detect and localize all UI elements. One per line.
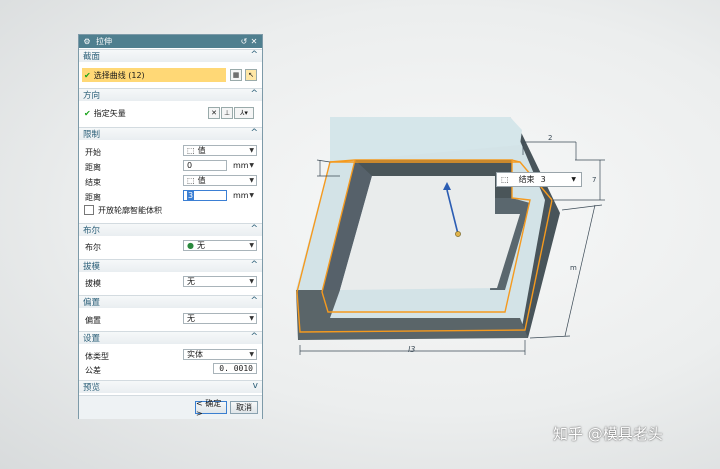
check-icon: ✔ [84, 108, 91, 118]
section-title: 设置 [83, 334, 101, 344]
section-header-offset[interactable]: 偏置 ^ [79, 295, 262, 308]
chevron-down-icon: ▼ [249, 278, 254, 285]
section-title: 偏置 [83, 298, 101, 308]
distance1-input[interactable]: 0 [183, 160, 227, 171]
distance2-input[interactable]: 3 [183, 190, 227, 201]
section-header-section[interactable]: 截面 ^ [79, 49, 262, 62]
section-title: 限制 [83, 130, 101, 140]
open-profile-checkbox[interactable] [84, 205, 94, 215]
reset-icon[interactable]: ↺ [239, 37, 249, 46]
section-header-settings[interactable]: 设置 ^ [79, 331, 262, 344]
distance2-unit[interactable]: mm ▼ [229, 190, 257, 201]
ok-button[interactable]: < 确定 > [195, 399, 227, 418]
close-icon[interactable]: ✕ [249, 37, 259, 46]
body-type-label: 体类型 [85, 352, 109, 361]
boolean-label: 布尔 [85, 243, 101, 252]
dialog-title: 拉伸 [96, 37, 112, 46]
curve-select-icon[interactable]: ↖ [245, 69, 257, 81]
watermark: 知乎 @模具老头 [553, 425, 663, 443]
section-title: 预览 [83, 383, 101, 393]
sketch-section-icon[interactable]: ▦ [230, 69, 242, 81]
section-header-draft[interactable]: 拔模 ^ [79, 259, 262, 272]
section-title: 方向 [83, 91, 101, 101]
section-title: 拔模 [83, 262, 101, 272]
section-header-boolean[interactable]: 布尔 ^ [79, 223, 262, 236]
cube-icon: ⬚ [501, 175, 509, 184]
svg-text:2: 2 [548, 134, 552, 142]
chevron-down-icon: ▼ [249, 192, 254, 199]
section-header-preview[interactable]: 预览 v [79, 380, 262, 393]
end-popup-label: 结束 [518, 175, 535, 184]
draft-select[interactable]: 无 ▼ [183, 276, 257, 287]
offset-select[interactable]: 无 ▼ [183, 313, 257, 324]
tolerance-input[interactable]: 0. 0010 [213, 363, 257, 374]
chevron-down-icon: ▼ [249, 162, 254, 169]
gear-icon[interactable]: ⚙ [82, 37, 92, 46]
start-label: 开始 [85, 148, 101, 157]
dimension-label: l3 [408, 345, 416, 354]
chevron-up-icon[interactable]: ^ [250, 260, 258, 270]
boolean-icon: ● [187, 241, 194, 250]
chevron-down-icon[interactable]: ▼ [571, 176, 576, 183]
chevron-up-icon[interactable]: ^ [250, 332, 258, 342]
cube-icon: ⬚ [187, 176, 195, 185]
draft-label: 拔模 [85, 279, 101, 288]
end-select[interactable]: ⬚ 值 ▼ [183, 175, 257, 186]
section-header-limits[interactable]: 限制 ^ [79, 127, 262, 140]
specify-vector-label: 指定矢量 [93, 108, 126, 118]
svg-text:7: 7 [592, 176, 596, 184]
chevron-down-icon: ▼ [249, 147, 254, 154]
end-label: 结束 [85, 178, 101, 187]
end-popup-value[interactable]: 3 [541, 175, 546, 184]
tolerance-label: 公差 [85, 366, 101, 375]
chevron-up-icon[interactable]: ^ [250, 128, 258, 138]
section-title: 截面 [83, 52, 101, 62]
chevron-up-icon[interactable]: ^ [250, 296, 258, 306]
chevron-down-icon: ▼ [249, 351, 254, 358]
section-header-direction[interactable]: 方向 ^ [79, 88, 262, 101]
chevron-up-icon[interactable]: ^ [250, 224, 258, 234]
distance1-unit[interactable]: mm ▼ [229, 160, 257, 171]
reverse-direction-icon[interactable]: ✕ [208, 107, 220, 119]
vector-type-dropdown[interactable]: ⅄▾ [234, 107, 254, 119]
extrude-dialog: ⚙ 拉伸 ↺ ✕ 截面 ^ ✔ 选择曲线 (12) ▦ ↖ 方向 ^ ✔ 指定矢… [78, 34, 263, 419]
open-profile-label: 开放轮廓智能体积 [98, 205, 162, 215]
select-curve-label: 选择曲线 (12) [93, 70, 145, 80]
vector-dialog-icon[interactable]: ⊥ [221, 107, 233, 119]
open-profile-row[interactable]: 开放轮廓智能体积 [79, 203, 262, 217]
chevron-down-icon: ▼ [249, 177, 254, 184]
start-select[interactable]: ⬚ 值 ▼ [183, 145, 257, 156]
cancel-button[interactable]: 取消 [230, 401, 258, 414]
chevron-down-icon: ▼ [249, 315, 254, 322]
distance1-label: 距离 [85, 163, 101, 172]
end-limit-popup[interactable]: ⬚ 结束 3 ▼ [496, 172, 582, 187]
distance2-label: 距离 [85, 193, 101, 202]
section-title: 布尔 [83, 226, 101, 236]
cube-icon: ⬚ [187, 146, 195, 155]
svg-text:m: m [570, 264, 577, 272]
offset-label: 偏置 [85, 316, 101, 325]
check-icon: ✔ [84, 70, 91, 80]
chevron-down-icon: ▼ [249, 242, 254, 249]
boolean-select[interactable]: ● 无 ▼ [183, 240, 257, 251]
chevron-up-icon[interactable]: ^ [250, 89, 258, 99]
body-type-select[interactable]: 实体 ▼ [183, 349, 257, 360]
chevron-up-icon[interactable]: ^ [250, 50, 258, 60]
chevron-down-icon[interactable]: v [253, 381, 258, 391]
dialog-titlebar[interactable]: ⚙ 拉伸 ↺ ✕ [79, 35, 262, 48]
